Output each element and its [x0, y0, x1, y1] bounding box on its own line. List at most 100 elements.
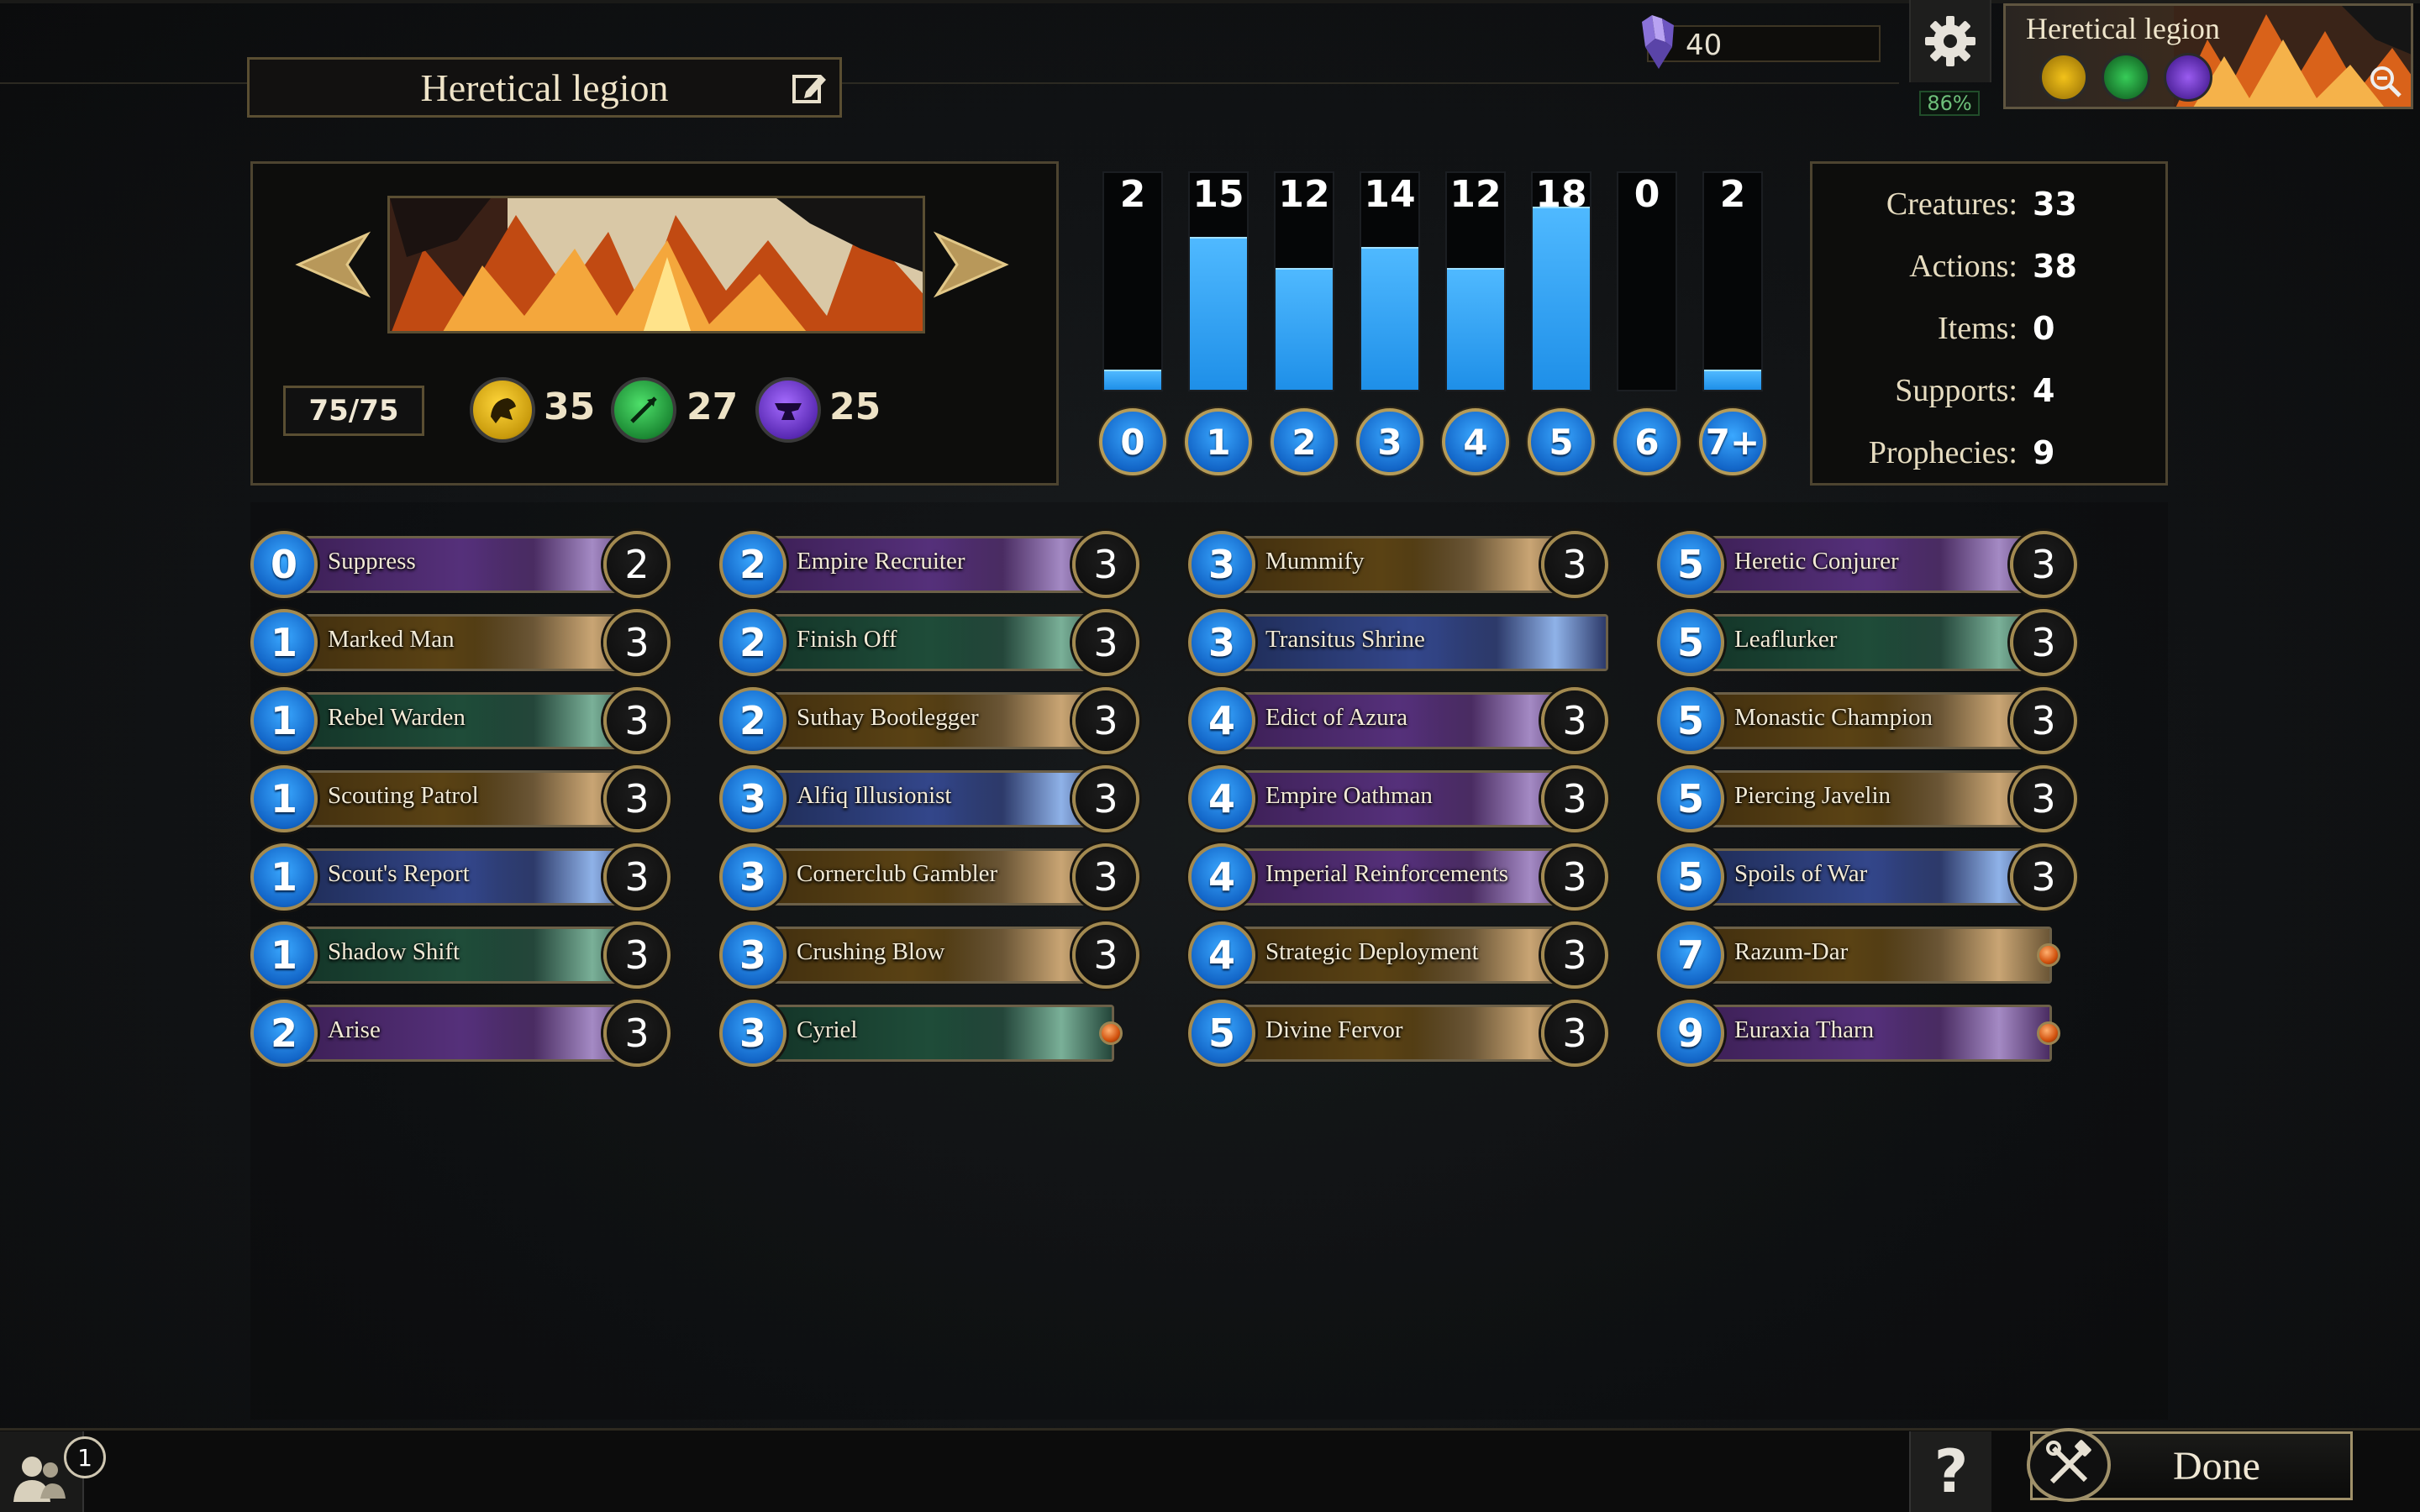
- card-name: Shadow Shift: [328, 938, 460, 965]
- card-name: Divine Fervor: [1265, 1016, 1403, 1043]
- deck-card-row[interactable]: Suppress 0 2: [250, 529, 671, 600]
- deck-card-row[interactable]: Finish Off 2 3: [719, 607, 1139, 678]
- deck-card-row[interactable]: Shadow Shift 1 3: [250, 920, 671, 990]
- card-cost: 2: [739, 542, 766, 587]
- settings-button[interactable]: [1909, 0, 1991, 82]
- cost-filter-label: 4: [1463, 421, 1488, 463]
- deck-card-row[interactable]: Alfiq Illusionist 3 3: [719, 764, 1139, 834]
- cost-filter-3[interactable]: 3: [1356, 408, 1423, 475]
- deck-card-row[interactable]: Crushing Blow 3 3: [719, 920, 1139, 990]
- card-quantity: 3: [2031, 698, 2056, 743]
- zoom-out-icon[interactable]: [2369, 65, 2402, 98]
- card-name: Cornerclub Gambler: [797, 860, 998, 887]
- card-quantity: 3: [1562, 698, 1587, 743]
- deck-card-row[interactable]: Cyriel 3: [719, 998, 1139, 1068]
- prev-art-arrow-icon[interactable]: [295, 231, 371, 298]
- stat-value: 33: [2033, 186, 2077, 223]
- craft-button[interactable]: [2027, 1428, 2111, 1502]
- stat-row: Supports: 4: [1812, 365, 2165, 416]
- card-cost: 3: [739, 776, 766, 822]
- curve-count-label: 14: [1364, 173, 1416, 216]
- cost-filter-2[interactable]: 2: [1270, 408, 1338, 475]
- card-cost-badge: 4: [1188, 843, 1255, 911]
- deck-card-row[interactable]: Cornerclub Gambler 3 3: [719, 842, 1139, 912]
- deck-card-row[interactable]: Divine Fervor 5 3: [1188, 998, 1608, 1068]
- deck-card-row[interactable]: Transitus Shrine 3: [1188, 607, 1608, 678]
- deck-card-row[interactable]: Arise 2 3: [250, 998, 671, 1068]
- card-quantity-badge: 3: [1072, 765, 1139, 832]
- stat-value: 4: [2033, 372, 2055, 409]
- card-quantity-badge: 3: [2010, 687, 2077, 754]
- curve-bar-fill: [1276, 268, 1333, 390]
- card-quantity: 3: [1562, 854, 1587, 900]
- card-cost-badge: 1: [250, 843, 318, 911]
- cost-filter-5[interactable]: 5: [1528, 408, 1595, 475]
- deck-card-row[interactable]: Marked Man 1 3: [250, 607, 671, 678]
- cost-filter-0[interactable]: 0: [1099, 408, 1166, 475]
- card-cost: 3: [739, 854, 766, 900]
- card-cost-badge: 5: [1657, 843, 1724, 911]
- deck-card-row[interactable]: Monastic Champion 5 3: [1657, 685, 2077, 756]
- card-quantity-badge: 3: [603, 687, 671, 754]
- cost-filter-label: 1: [1206, 421, 1231, 463]
- card-quantity: 3: [1562, 776, 1587, 822]
- card-quantity: 3: [1562, 1011, 1587, 1056]
- cost-filter-label: 2: [1292, 421, 1317, 463]
- card-quantity-badge: 2: [603, 531, 671, 598]
- card-cost-badge: 2: [719, 687, 786, 754]
- deck-card-row[interactable]: Suthay Bootlegger 2 3: [719, 685, 1139, 756]
- mini-deck-preview[interactable]: Heretical legion: [2003, 3, 2413, 109]
- deck-card-row[interactable]: Spoils of War 5 3: [1657, 842, 2077, 912]
- card-quantity: 3: [1562, 932, 1587, 978]
- cost-filter-1[interactable]: 1: [1185, 408, 1252, 475]
- card-quantity: 3: [1093, 698, 1118, 743]
- card-portrait-art: [1881, 929, 2049, 981]
- card-cost: 5: [1676, 776, 1704, 822]
- card-name: Scouting Patrol: [328, 782, 479, 809]
- card-name: Heretic Conjurer: [1734, 548, 1899, 575]
- deck-card-row[interactable]: Heretic Conjurer 5 3: [1657, 529, 2077, 600]
- card-quantity-badge: 3: [1072, 921, 1139, 989]
- deck-art-panel: 75/75 35 27 25: [250, 161, 1059, 486]
- card-quantity-badge: 3: [603, 921, 671, 989]
- card-cost: 5: [1207, 1011, 1235, 1056]
- cost-filter-label: 7+: [1705, 421, 1760, 463]
- card-type-stats: Creatures: 33 Actions: 38 Items: 0 Supports: 4 P…: [1810, 161, 2168, 486]
- card-cost-badge: 9: [1657, 1000, 1724, 1067]
- deck-card-row[interactable]: Euraxia Tharn 9: [1657, 998, 2077, 1068]
- deck-card-row[interactable]: Razum-Dar 7: [1657, 920, 2077, 990]
- cost-filter-6[interactable]: 6: [1613, 408, 1681, 475]
- deck-card-row[interactable]: Empire Recruiter 2 3: [719, 529, 1139, 600]
- deck-card-row[interactable]: Leaflurker 5 3: [1657, 607, 2077, 678]
- curve-count-label: 15: [1192, 173, 1244, 216]
- card-cost-badge: 3: [1188, 531, 1255, 598]
- card-cost-badge: 2: [250, 1000, 318, 1067]
- card-quantity: 3: [624, 776, 650, 822]
- deck-card-row[interactable]: Piercing Javelin 5 3: [1657, 764, 2077, 834]
- card-cost: 3: [739, 932, 766, 978]
- edit-icon[interactable]: [791, 70, 828, 107]
- deck-card-row[interactable]: Empire Oathman 4 3: [1188, 764, 1608, 834]
- cost-filter-4[interactable]: 4: [1442, 408, 1509, 475]
- deck-card-row[interactable]: Rebel Warden 1 3: [250, 685, 671, 756]
- card-name: Piercing Javelin: [1734, 782, 1891, 809]
- cost-filter-label: 0: [1120, 421, 1145, 463]
- done-label: Done: [2173, 1443, 2260, 1488]
- deck-art-image: [387, 196, 925, 333]
- deck-card-row[interactable]: Scouting Patrol 1 3: [250, 764, 671, 834]
- deck-card-row[interactable]: Strategic Deployment 4 3: [1188, 920, 1608, 990]
- card-quantity: 3: [624, 854, 650, 900]
- card-cost: 1: [270, 776, 297, 822]
- curve-count-label: 12: [1449, 173, 1502, 216]
- deck-card-row[interactable]: Imperial Reinforcements 4 3: [1188, 842, 1608, 912]
- deck-title-field[interactable]: Heretical legion: [247, 57, 842, 118]
- card-name: Euraxia Tharn: [1734, 1016, 1875, 1043]
- deck-card-row[interactable]: Scout's Report 1 3: [250, 842, 671, 912]
- deck-card-row[interactable]: Edict of Azura 4 3: [1188, 685, 1608, 756]
- cost-filter-7[interactable]: 7+: [1699, 408, 1766, 475]
- card-cost: 5: [1676, 620, 1704, 665]
- deck-card-row[interactable]: Mummify 3 3: [1188, 529, 1608, 600]
- help-button[interactable]: ?: [1909, 1431, 1991, 1512]
- card-cost-badge: 5: [1657, 531, 1724, 598]
- next-art-arrow-icon[interactable]: [934, 231, 1009, 298]
